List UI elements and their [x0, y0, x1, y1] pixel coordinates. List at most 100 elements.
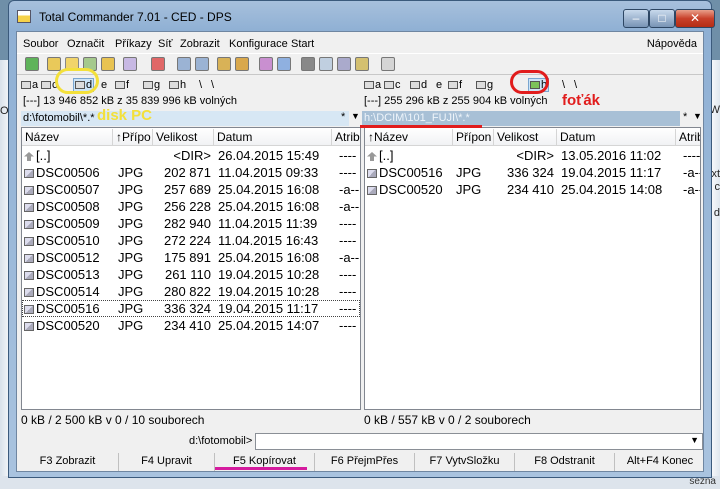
refresh-icon[interactable] — [25, 57, 39, 71]
back-icon[interactable] — [177, 57, 191, 71]
file-row[interactable]: DSC00509 JPG 282 940 11.04.2015 11:39 ---- — [22, 215, 360, 232]
image-file-icon — [24, 203, 34, 212]
app-icon[interactable] — [17, 10, 31, 23]
file-row[interactable]: DSC00510 JPG 272 224 11.04.2015 16:43 ---- — [22, 232, 360, 249]
file-row[interactable]: DSC00508 JPG 256 228 25.04.2015 16:08 -a-- — [22, 198, 360, 215]
close-button[interactable]: ✕ — [675, 9, 715, 28]
menu-konfigurace[interactable]: Konfigurace — [229, 38, 288, 50]
file-row[interactable]: DSC00516 JPG 336 324 19.04.2015 11:17 -a-- — [365, 164, 700, 181]
invert-selection-icon[interactable] — [151, 57, 165, 71]
title-bar[interactable]: Total Commander 7.01 - CED - DPS – □ ✕ — [9, 1, 715, 31]
f3-view-button[interactable]: F3 Zobrazit — [17, 453, 119, 471]
select-icon[interactable] — [123, 57, 137, 71]
file-row[interactable]: [..] <DIR> 13.05.2016 11:02 ---- — [365, 147, 700, 164]
right-drive-a[interactable]: a — [364, 79, 381, 91]
altf4-exit-button[interactable]: Alt+F4 Konec — [615, 453, 705, 471]
maximize-button[interactable]: □ — [649, 9, 675, 28]
drive-label: f — [126, 79, 130, 91]
col-date[interactable]: Datum — [214, 129, 332, 146]
file-row[interactable]: [..] <DIR> 26.04.2015 15:49 ---- — [22, 147, 360, 164]
pack-icon[interactable] — [217, 57, 231, 71]
compare-icon[interactable] — [259, 57, 273, 71]
menu-start[interactable]: Start — [291, 38, 314, 50]
view-icons-icon[interactable] — [47, 57, 61, 71]
f8-delete-button[interactable]: F8 Odstranit — [515, 453, 615, 471]
drive-icon — [476, 81, 486, 89]
menu-zobrazit[interactable]: Zobrazit — [180, 38, 220, 50]
right-path-star[interactable]: * — [683, 111, 687, 123]
image-file-icon — [24, 322, 34, 331]
file-row[interactable]: DSC00507 JPG 257 689 25.04.2015 16:08 -a-- — [22, 181, 360, 198]
right-drive-network[interactable]: \ — [562, 79, 565, 91]
file-row[interactable]: DSC00506 JPG 202 871 11.04.2015 09:33 ---- — [22, 164, 360, 181]
left-path[interactable]: d:\fotomobil\*.* — [21, 111, 349, 126]
right-history-dropdown[interactable]: ▼ — [693, 111, 702, 121]
file-ext: JPG — [118, 182, 144, 197]
f4-edit-button[interactable]: F4 Upravit — [119, 453, 215, 471]
col-attr[interactable]: Atrib — [676, 129, 700, 146]
ftp-icon[interactable] — [337, 57, 351, 71]
menu-oznacit[interactable]: Označit — [67, 38, 104, 50]
tree-icon[interactable] — [101, 57, 115, 71]
disk-pc-annotation: disk PC — [97, 107, 153, 124]
right-drive-d[interactable]: d — [410, 79, 427, 91]
left-drive-h[interactable]: h — [169, 79, 186, 91]
col-ext[interactable]: ↑Přípo — [113, 129, 153, 146]
left-drive-network[interactable]: \ — [199, 79, 202, 91]
desktop-right-text: d — [713, 207, 720, 219]
image-file-icon — [24, 271, 34, 280]
command-input[interactable]: ▼ — [255, 433, 703, 450]
right-drive-c[interactable]: c — [384, 79, 401, 91]
minimize-button[interactable]: – — [623, 9, 649, 28]
command-history-dropdown[interactable]: ▼ — [690, 435, 699, 445]
right-path[interactable]: h:\DCIM\101_FUJI\*.* — [362, 111, 680, 126]
find-icon[interactable] — [301, 57, 315, 71]
file-name: DSC00509 — [36, 216, 100, 231]
file-attr: ---- — [339, 233, 357, 248]
right-drive-f[interactable]: f — [448, 79, 462, 91]
file-row[interactable]: DSC00513 JPG 261 110 19.04.2015 10:28 ---- — [22, 266, 360, 283]
right-drive-network[interactable]: \ — [574, 79, 577, 91]
file-row[interactable]: DSC00514 JPG 280 822 19.04.2015 10:28 ---- — [22, 283, 360, 300]
file-date: 25.04.2015 14:07 — [218, 318, 320, 333]
file-row[interactable]: DSC00520 JPG 234 410 25.04.2015 14:08 -a-- — [365, 181, 700, 198]
f7-mkdir-button[interactable]: F7 VytvSložku — [415, 453, 515, 471]
forward-icon[interactable] — [195, 57, 209, 71]
left-drive-e[interactable]: e — [101, 79, 107, 91]
menu-soubor[interactable]: Soubor — [23, 38, 58, 50]
file-name-cell: [..] — [24, 147, 50, 164]
left-drive-a[interactable]: a — [21, 79, 38, 91]
col-date[interactable]: Datum — [557, 129, 676, 146]
left-path-star[interactable]: * — [341, 111, 345, 123]
right-drive-e[interactable]: e — [436, 79, 442, 91]
unpack-icon[interactable] — [235, 57, 249, 71]
sync-icon[interactable] — [277, 57, 291, 71]
left-drive-network[interactable]: \ — [211, 79, 214, 91]
file-name: DSC00516 — [379, 165, 443, 180]
left-history-dropdown[interactable]: ▼ — [351, 111, 360, 121]
file-row[interactable]: DSC00516 JPG 336 324 19.04.2015 11:17 ---- — [22, 300, 360, 317]
col-name[interactable]: ↑Název — [365, 129, 453, 146]
left-drive-g[interactable]: g — [143, 79, 160, 91]
rename-icon[interactable] — [319, 57, 333, 71]
notepad-icon[interactable] — [381, 57, 395, 71]
drive-label: f — [459, 79, 463, 91]
col-attr[interactable]: Atrib — [332, 129, 360, 146]
left-file-panel[interactable]: Název ↑Přípo Velikost Datum Atrib [..] <D… — [21, 127, 361, 410]
menu-napoveda[interactable]: Nápověda — [647, 38, 697, 50]
right-drive-g[interactable]: g — [476, 79, 493, 91]
yellow-highlight-circle — [55, 68, 99, 94]
left-column-header: Název ↑Přípo Velikost Datum Atrib — [22, 128, 360, 146]
left-drive-f[interactable]: f — [115, 79, 129, 91]
menu-sit[interactable]: Síť — [158, 38, 173, 50]
right-file-panel[interactable]: ↑Název Přípon Velikost Datum Atrib [..] <… — [364, 127, 701, 410]
menu-prikazy[interactable]: Příkazy — [115, 38, 152, 50]
file-row[interactable]: DSC00520 JPG 234 410 25.04.2015 14:07 ---- — [22, 317, 360, 334]
file-row[interactable]: DSC00512 JPG 175 891 25.04.2015 16:08 -a-- — [22, 249, 360, 266]
col-ext[interactable]: Přípon — [453, 129, 494, 146]
col-size[interactable]: Velikost — [153, 129, 214, 146]
f6-move-button[interactable]: F6 PřejmPřes — [315, 453, 415, 471]
col-name[interactable]: Název — [22, 129, 113, 146]
col-size[interactable]: Velikost — [494, 129, 557, 146]
url-icon[interactable] — [355, 57, 369, 71]
